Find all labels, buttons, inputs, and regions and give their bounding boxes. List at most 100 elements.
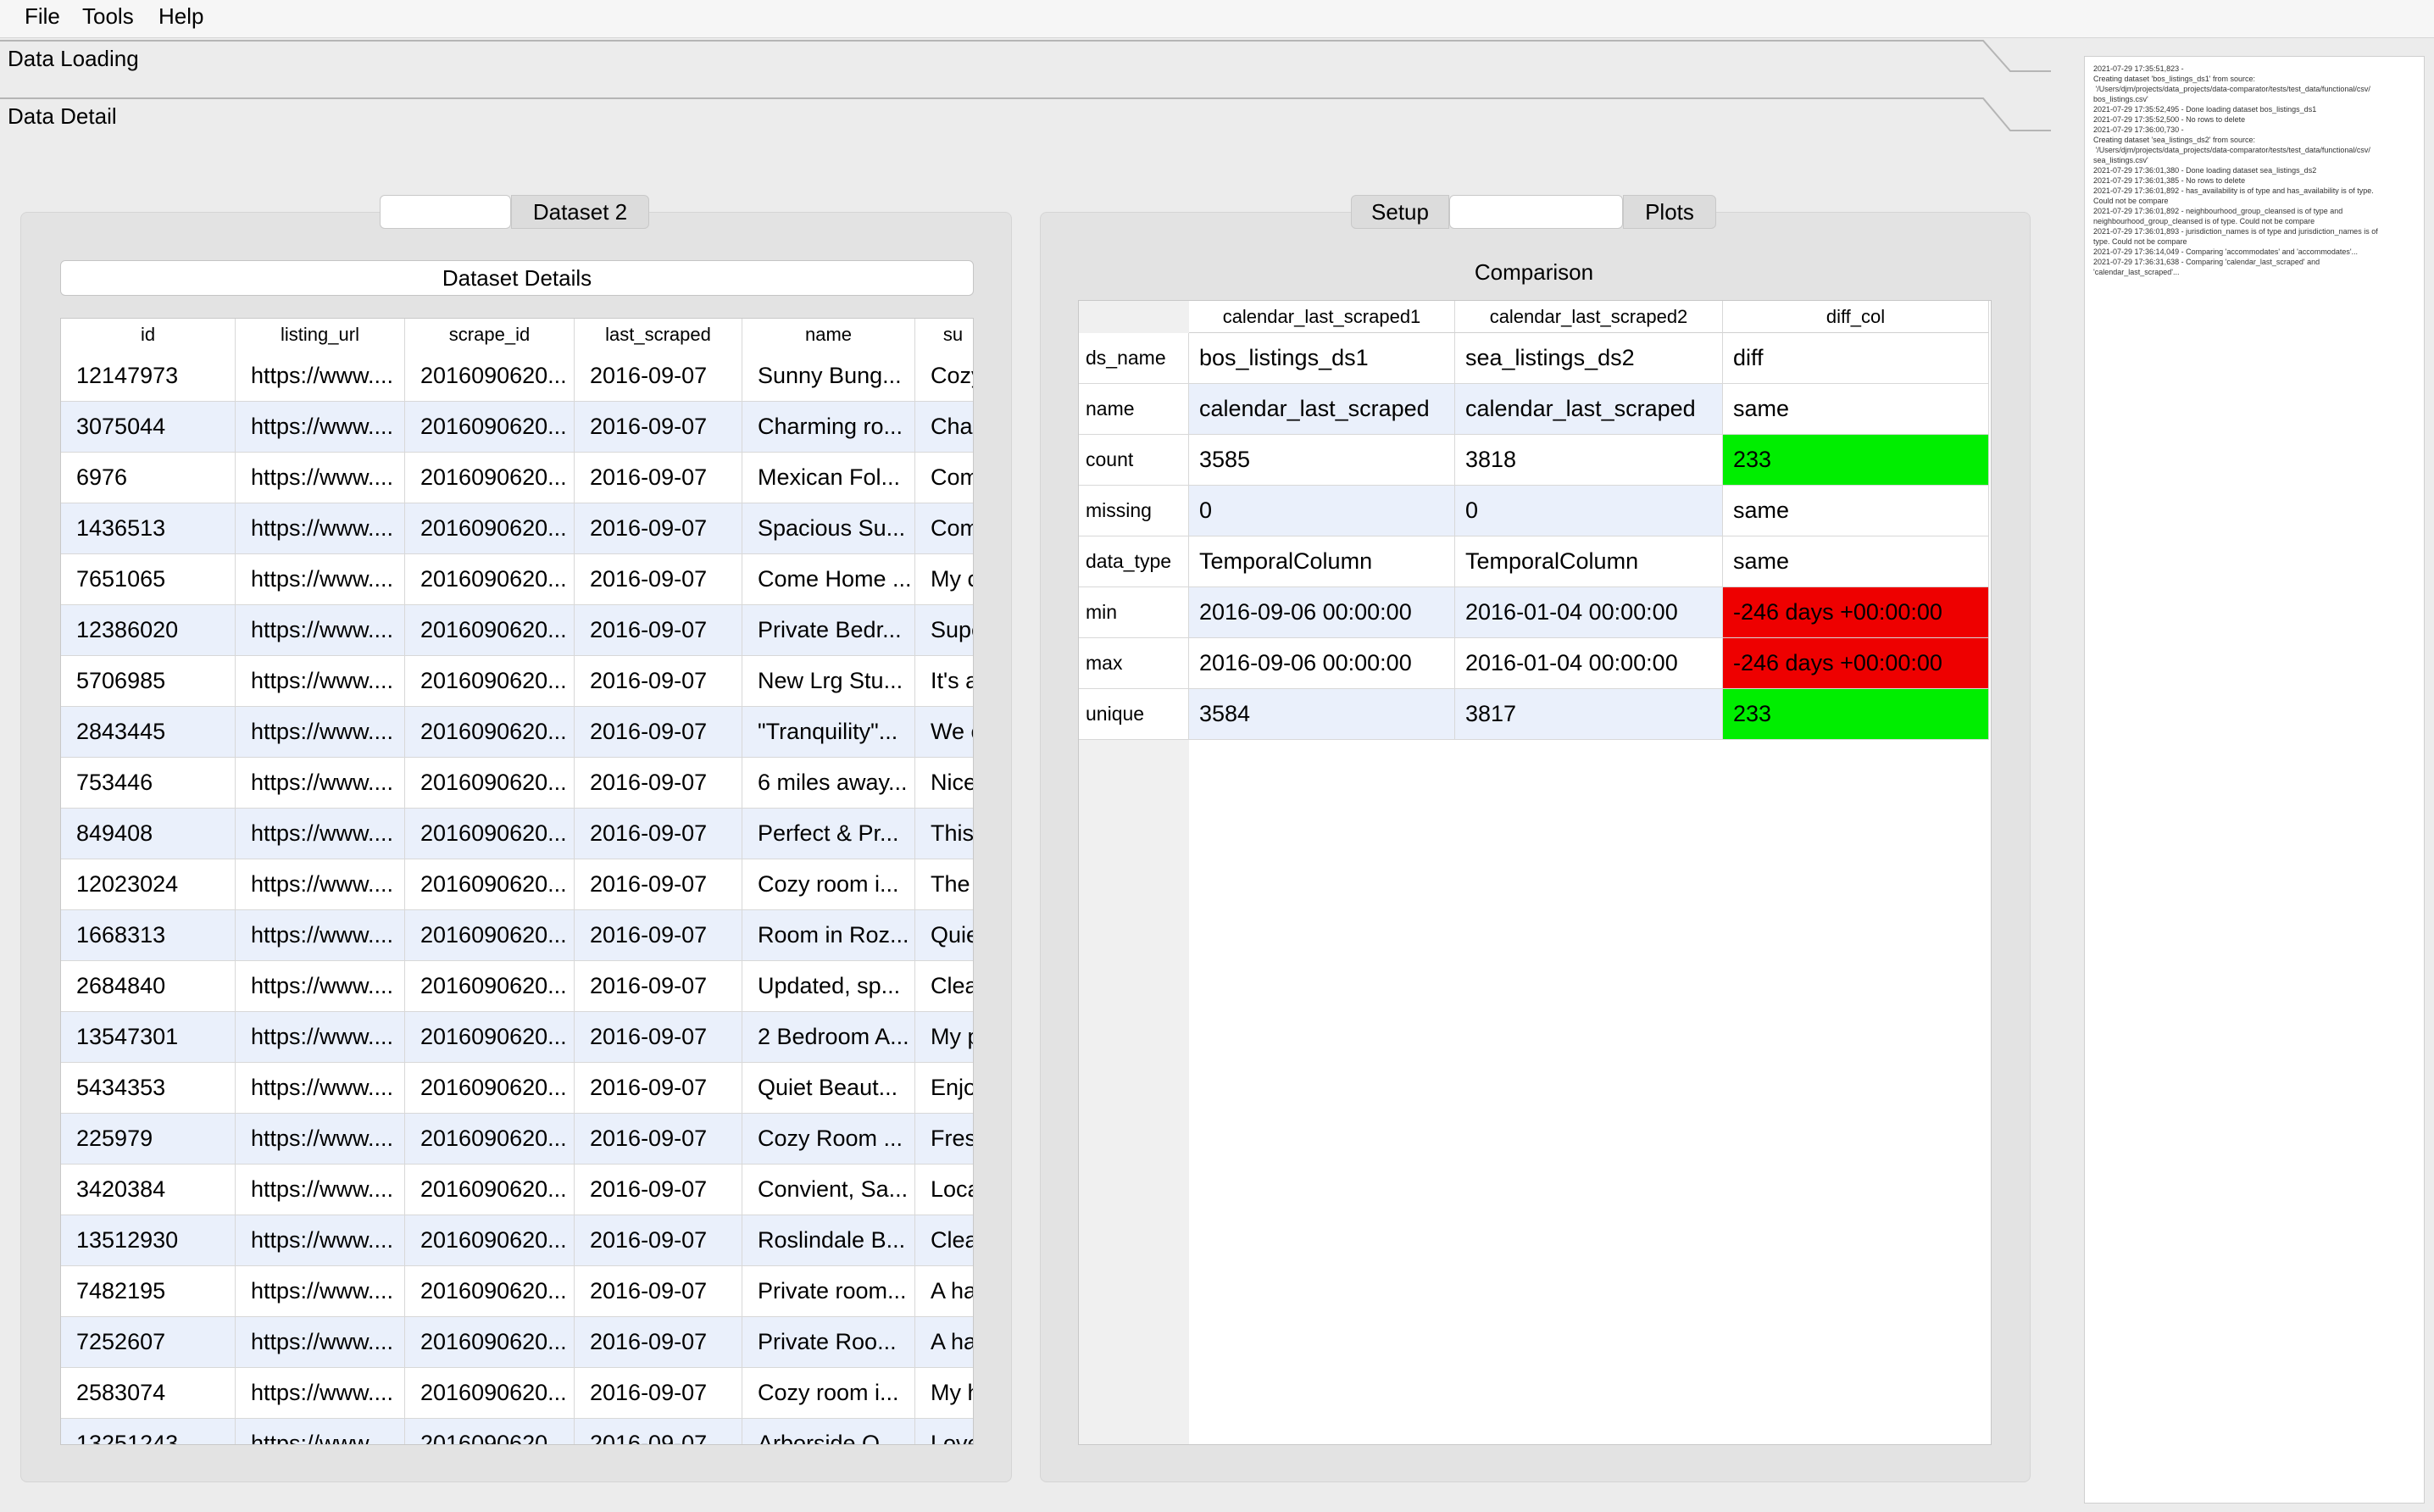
table-cell: Charming ro... (742, 402, 915, 453)
row-label[interactable]: name (1079, 384, 1189, 435)
table-cell: 2016090620... (405, 402, 575, 453)
table-cell: 2016-09-07 (575, 961, 742, 1012)
table-row[interactable]: 849408 https://www.... 2016090620... 2016-0… (61, 809, 973, 859)
column-header[interactable]: name (742, 319, 915, 351)
table-cell: https://www.... (236, 707, 405, 758)
table-row[interactable]: 3075044 https://www.... 2016090620... 2016-… (61, 402, 973, 453)
table-row[interactable]: 3420384 https://www.... 2016090620... 2016-… (61, 1165, 973, 1215)
table-row[interactable]: 2684840 https://www.... 2016090620... 2016-… (61, 961, 973, 1012)
section-data-detail[interactable]: Data Detail (8, 103, 117, 130)
table-cell: 7482195 (61, 1266, 236, 1317)
menu-tools[interactable]: Tools (82, 3, 134, 30)
table-row[interactable]: 2843445 https://www.... 2016090620... 2016-… (61, 707, 973, 758)
table-cell: A ha (915, 1317, 973, 1368)
table-cell: Love (915, 1419, 973, 1444)
comparison-table[interactable]: calendar_last_scraped1 calendar_last_scra… (1078, 300, 1992, 1445)
row-label[interactable]: missing (1079, 486, 1189, 536)
table-cell: Cozy room i... (742, 859, 915, 910)
column-header[interactable]: scrape_id (405, 319, 575, 351)
column-header[interactable]: id (61, 319, 236, 351)
table-row[interactable]: 5434353 https://www.... 2016090620... 2016-… (61, 1063, 973, 1114)
table-cell: https://www.... (236, 656, 405, 707)
table-cell: 7651065 (61, 554, 236, 605)
dataset-table[interactable]: id listing_url scrape_id last_scraped name su… (60, 318, 974, 1445)
table-cell: https://www.... (236, 1317, 405, 1368)
table-cell: 2016-09-07 (575, 402, 742, 453)
table-cell: 2 Bedroom A... (742, 1012, 915, 1063)
table-row[interactable]: 6976 https://www.... 2016090620... 2016-09-… (61, 453, 973, 503)
comparison-cell: sea_listings_ds2 (1455, 333, 1723, 384)
table-cell: https://www.... (236, 351, 405, 402)
menu-file[interactable]: File (25, 3, 60, 30)
table-row[interactable]: 13512930 https://www.... 2016090620... 2016… (61, 1215, 973, 1266)
table-row[interactable]: 7482195 https://www.... 2016090620... 2016-… (61, 1266, 973, 1317)
row-label[interactable]: data_type (1079, 536, 1189, 587)
tab-setup[interactable]: Setup (1351, 195, 1449, 229)
diff-cell: -246 days +00:00:00 (1723, 587, 1989, 638)
diff-cell: 233 (1723, 435, 1989, 486)
column-header[interactable]: su (915, 319, 973, 351)
column-header[interactable]: listing_url (236, 319, 405, 351)
table-cell: Clea (915, 961, 973, 1012)
comparison-column-header[interactable]: calendar_last_scraped1 (1189, 301, 1455, 333)
section-data-loading[interactable]: Data Loading (8, 46, 139, 72)
table-cell: https://www.... (236, 1266, 405, 1317)
table-row[interactable]: 5706985 https://www.... 2016090620... 2016-… (61, 656, 973, 707)
row-label[interactable]: min (1079, 587, 1189, 638)
table-cell: 2016090620... (405, 961, 575, 1012)
dataset-details-button[interactable]: Dataset Details (60, 260, 974, 296)
table-row[interactable]: 12147973 https://www.... 2016090620... 2016… (61, 351, 973, 402)
table-cell: 13547301 (61, 1012, 236, 1063)
table-cell: Room in Roz... (742, 910, 915, 961)
table-row[interactable]: 13251243 https://www.... 2016090620... 2016… (61, 1419, 973, 1444)
table-cell: 2016-09-07 (575, 1215, 742, 1266)
table-cell: This (915, 809, 973, 859)
table-cell: My h (915, 1368, 973, 1419)
table-row[interactable]: 7651065 https://www.... 2016090620... 2016-… (61, 554, 973, 605)
table-cell: Mexican Fol... (742, 453, 915, 503)
tab-comparison[interactable] (1449, 195, 1623, 229)
row-label[interactable]: unique (1079, 689, 1189, 740)
tab-dataset-2[interactable]: Dataset 2 (511, 195, 649, 229)
table-row[interactable]: 225979 https://www.... 2016090620... 2016-0… (61, 1114, 973, 1165)
table-row[interactable]: 12386020 https://www.... 2016090620... 2016… (61, 605, 973, 656)
table-cell: 3420384 (61, 1165, 236, 1215)
table-cell: 2016-09-07 (575, 1317, 742, 1368)
table-cell: 2016-09-07 (575, 351, 742, 402)
comparison-column-header[interactable]: diff_col (1723, 301, 1989, 333)
table-cell: Quiet Beaut... (742, 1063, 915, 1114)
table-cell: 2016090620... (405, 351, 575, 402)
table-cell: https://www.... (236, 1368, 405, 1419)
column-header[interactable]: last_scraped (575, 319, 742, 351)
table-row[interactable]: 753446 https://www.... 2016090620... 2016-0… (61, 758, 973, 809)
table-cell: https://www.... (236, 1215, 405, 1266)
table-cell: Convient, Sa... (742, 1165, 915, 1215)
table-cell: 3075044 (61, 402, 236, 453)
tab-dataset-1[interactable] (380, 195, 511, 229)
tab-plots[interactable]: Plots (1623, 195, 1716, 229)
table-row[interactable]: 7252607 https://www.... 2016090620... 2016-… (61, 1317, 973, 1368)
comparison-cell: 0 (1455, 486, 1723, 536)
table-row[interactable]: 2583074 https://www.... 2016090620... 2016-… (61, 1368, 973, 1419)
table-cell: 2016-09-07 (575, 554, 742, 605)
menu-help[interactable]: Help (158, 3, 203, 30)
table-cell: 12147973 (61, 351, 236, 402)
table-cell: 2016090620... (405, 809, 575, 859)
table-cell: Cozy (915, 351, 973, 402)
table-row[interactable]: 12023024 https://www.... 2016090620... 2016… (61, 859, 973, 910)
table-cell: https://www.... (236, 453, 405, 503)
table-cell: 2016-09-07 (575, 503, 742, 554)
table-row[interactable]: 1668313 https://www.... 2016090620... 2016-… (61, 910, 973, 961)
comparison-cell: 2016-09-06 00:00:00 (1189, 638, 1455, 689)
table-cell: 2016-09-07 (575, 758, 742, 809)
table-cell: 2016090620... (405, 1012, 575, 1063)
comparison-column-header[interactable]: calendar_last_scraped2 (1455, 301, 1723, 333)
table-row[interactable]: 13547301 https://www.... 2016090620... 2016… (61, 1012, 973, 1063)
table-cell: 2016090620... (405, 1215, 575, 1266)
row-label[interactable]: ds_name (1079, 333, 1189, 384)
table-cell: 5434353 (61, 1063, 236, 1114)
row-label[interactable]: max (1079, 638, 1189, 689)
log-panel[interactable]: 2021-07-29 17:35:51,823 - Creating datas… (2084, 56, 2425, 1504)
row-label[interactable]: count (1079, 435, 1189, 486)
table-row[interactable]: 1436513 https://www.... 2016090620... 2016-… (61, 503, 973, 554)
